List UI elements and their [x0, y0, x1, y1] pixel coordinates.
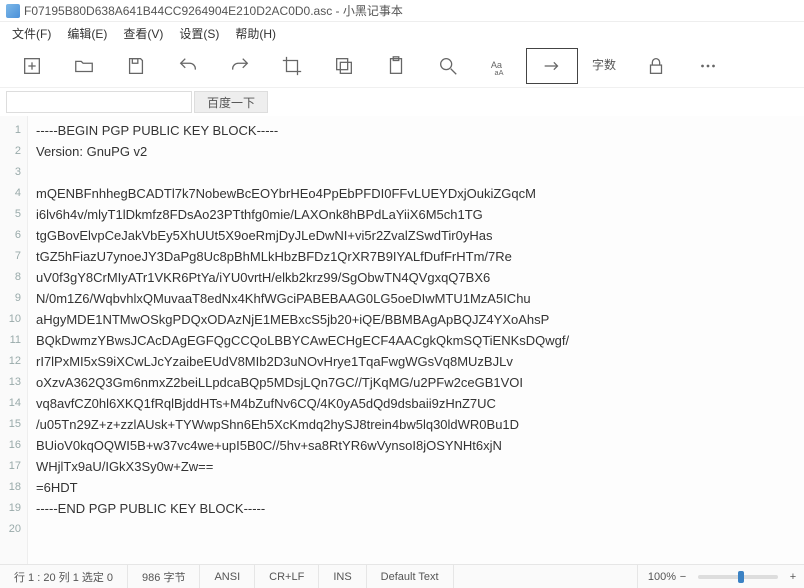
line-number: 3 — [0, 162, 27, 183]
toolbar: AaaA 字数 — [0, 44, 804, 88]
lock-button[interactable] — [630, 48, 682, 84]
status-zoom: 100% − + — [638, 565, 804, 588]
status-spacer — [454, 565, 638, 588]
menu-settings[interactable]: 设置(S) — [171, 23, 227, 44]
title-bar: F07195B80D638A641B44CC9264904E210D2AC0D0… — [0, 0, 804, 22]
open-file-button[interactable] — [58, 48, 110, 84]
line-number: 17 — [0, 456, 27, 477]
line-number: 15 — [0, 414, 27, 435]
wordwrap-button[interactable] — [526, 48, 578, 84]
find-button[interactable] — [422, 48, 474, 84]
line-number: 6 — [0, 225, 27, 246]
line-number: 7 — [0, 246, 27, 267]
line-number: 8 — [0, 267, 27, 288]
save-button[interactable] — [110, 48, 162, 84]
status-bar: 行 1 : 20 列 1 选定 0 986 字节 ANSI CR+LF INS … — [0, 564, 804, 588]
wordcount-button[interactable]: 字数 — [578, 48, 630, 84]
zoom-out-button[interactable]: − — [676, 571, 690, 583]
status-eol[interactable]: CR+LF — [255, 565, 319, 588]
paste-button[interactable] — [370, 48, 422, 84]
wordcount-label: 字数 — [592, 59, 616, 72]
line-number: 20 — [0, 519, 27, 540]
crop-button[interactable] — [266, 48, 318, 84]
line-number: 11 — [0, 330, 27, 351]
line-number: 5 — [0, 204, 27, 225]
line-number: 16 — [0, 435, 27, 456]
zoom-value: 100% — [648, 571, 676, 583]
line-number: 13 — [0, 372, 27, 393]
line-gutter: 1234567891011121314151617181920 — [0, 116, 28, 564]
line-number: 18 — [0, 477, 27, 498]
line-number: 2 — [0, 141, 27, 162]
line-number: 4 — [0, 183, 27, 204]
case-button[interactable]: AaaA — [474, 48, 526, 84]
status-bytes: 986 字节 — [128, 565, 200, 588]
search-bar: 百度一下 — [0, 88, 804, 116]
search-button[interactable]: 百度一下 — [194, 91, 268, 113]
menu-edit[interactable]: 编辑(E) — [59, 23, 115, 44]
new-file-button[interactable] — [6, 48, 58, 84]
editor: 1234567891011121314151617181920 -----BEG… — [0, 116, 804, 564]
window-title: F07195B80D638A641B44CC9264904E210D2AC0D0… — [24, 2, 403, 19]
zoom-slider[interactable] — [698, 575, 778, 579]
line-number: 14 — [0, 393, 27, 414]
app-icon — [6, 4, 20, 18]
status-language[interactable]: Default Text — [367, 565, 454, 588]
status-position: 行 1 : 20 列 1 选定 0 — [0, 565, 128, 588]
code-area[interactable]: -----BEGIN PGP PUBLIC KEY BLOCK----- Ver… — [28, 116, 804, 564]
menu-view[interactable]: 查看(V) — [115, 23, 171, 44]
line-number: 10 — [0, 309, 27, 330]
menu-file[interactable]: 文件(F) — [4, 23, 59, 44]
copy-button[interactable] — [318, 48, 370, 84]
more-button[interactable] — [682, 48, 734, 84]
zoom-thumb[interactable] — [738, 571, 744, 583]
line-number: 19 — [0, 498, 27, 519]
undo-button[interactable] — [162, 48, 214, 84]
line-number: 9 — [0, 288, 27, 309]
search-input[interactable] — [6, 91, 192, 113]
line-number: 1 — [0, 120, 27, 141]
status-mode[interactable]: INS — [319, 565, 366, 588]
svg-text:aA: aA — [495, 68, 504, 77]
redo-button[interactable] — [214, 48, 266, 84]
search-button-label: 百度一下 — [207, 94, 255, 111]
zoom-in-button[interactable]: + — [786, 571, 800, 583]
menu-help[interactable]: 帮助(H) — [227, 23, 284, 44]
status-encoding[interactable]: ANSI — [200, 565, 255, 588]
menu-bar: 文件(F) 编辑(E) 查看(V) 设置(S) 帮助(H) — [0, 22, 804, 44]
line-number: 12 — [0, 351, 27, 372]
